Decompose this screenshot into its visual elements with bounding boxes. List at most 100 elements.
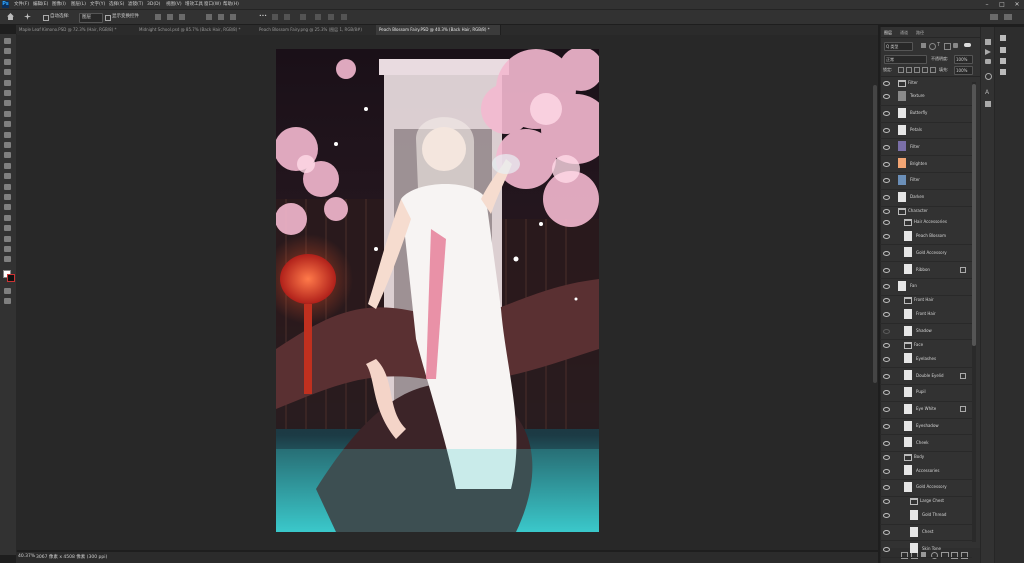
workspace-icon[interactable] bbox=[1004, 14, 1012, 20]
lock-transparent-icon[interactable] bbox=[898, 67, 904, 73]
filter-shape-icon[interactable] bbox=[944, 43, 951, 50]
opacity-input[interactable]: 100% bbox=[954, 55, 973, 64]
layer-row[interactable]: Pupil bbox=[880, 384, 972, 402]
layer-row[interactable]: Filter bbox=[880, 138, 972, 157]
layer-group-row[interactable]: Character bbox=[880, 206, 972, 217]
layer-row[interactable]: Eye White bbox=[880, 401, 972, 419]
healing-brush-icon[interactable] bbox=[4, 110, 11, 117]
lock-artboard-icon[interactable] bbox=[922, 67, 928, 73]
3d-rotate-icon[interactable] bbox=[284, 14, 290, 20]
gradient-tool-icon[interactable] bbox=[4, 162, 11, 169]
screen-mode-icon[interactable] bbox=[4, 298, 11, 304]
3d-mode-icon[interactable] bbox=[272, 14, 278, 20]
menu-item[interactable]: 增效工具 bbox=[185, 1, 203, 8]
layer-row[interactable]: Ribbon bbox=[880, 261, 972, 279]
background-color-swatch[interactable] bbox=[7, 274, 15, 282]
rectangle-tool-icon[interactable] bbox=[4, 225, 11, 232]
paragraph-icon[interactable] bbox=[985, 101, 991, 107]
menu-item[interactable]: 文件(F) bbox=[14, 1, 29, 8]
visibility-eye-icon[interactable] bbox=[883, 111, 890, 117]
align-top-icon[interactable] bbox=[206, 14, 212, 20]
filter-smart-object-icon[interactable] bbox=[953, 43, 958, 48]
clone-stamp-icon[interactable] bbox=[4, 131, 11, 138]
eraser-tool-icon[interactable] bbox=[4, 152, 11, 159]
history-icon[interactable] bbox=[985, 39, 991, 45]
layer-row[interactable]: Petals bbox=[880, 122, 972, 140]
filter-type-icon[interactable]: T bbox=[937, 42, 940, 48]
visibility-eye-icon[interactable] bbox=[883, 161, 890, 167]
3d-slide-icon[interactable] bbox=[328, 14, 334, 20]
minimize-icon[interactable]: – bbox=[980, 0, 994, 9]
layer-row[interactable]: Peach Blossom bbox=[880, 228, 972, 246]
eyedropper-tool-icon[interactable] bbox=[4, 100, 11, 107]
layer-row[interactable]: Skin Tone bbox=[880, 540, 972, 559]
move-tool-icon[interactable] bbox=[24, 13, 31, 20]
menu-item[interactable]: 滤镜(T) bbox=[128, 1, 143, 8]
swatches-icon[interactable] bbox=[1000, 47, 1006, 53]
layer-row[interactable]: Butterfly bbox=[880, 105, 972, 123]
quick-mask-icon[interactable] bbox=[4, 288, 11, 294]
visibility-eye-icon[interactable] bbox=[883, 233, 890, 239]
3d-roll-icon[interactable] bbox=[300, 14, 306, 20]
visibility-eye-icon[interactable] bbox=[883, 485, 890, 491]
hand-tool-icon[interactable] bbox=[4, 235, 11, 242]
layer-row[interactable]: Cheek bbox=[880, 434, 972, 453]
layer-row[interactable]: Gold Thread bbox=[880, 507, 972, 525]
blur-tool-icon[interactable] bbox=[4, 173, 11, 180]
document-tab[interactable]: Maple Leaf Kimono.PSD @ 72.3% (Hair, RGB… bbox=[16, 25, 137, 35]
visibility-eye-icon[interactable] bbox=[883, 529, 890, 535]
visibility-eye-icon[interactable] bbox=[883, 342, 890, 348]
layer-row[interactable]: Double Eyelid bbox=[880, 367, 972, 385]
history-brush-icon[interactable] bbox=[4, 142, 11, 148]
tab-paths[interactable]: 路径 bbox=[916, 30, 924, 36]
3d-scale-icon[interactable] bbox=[341, 14, 347, 20]
menu-item[interactable]: 文字(Y) bbox=[90, 1, 105, 8]
libraries-icon[interactable] bbox=[1000, 69, 1006, 75]
visibility-eye-icon[interactable] bbox=[883, 407, 890, 413]
move-tool-icon[interactable] bbox=[4, 38, 11, 44]
document-tab[interactable]: Midnight School.psd @ 85.7% (Back Hair, … bbox=[136, 25, 257, 35]
visibility-eye-icon[interactable] bbox=[883, 390, 890, 396]
visibility-eye-icon[interactable] bbox=[883, 195, 890, 201]
align-left-icon[interactable] bbox=[155, 14, 161, 20]
layer-row[interactable]: Accessories bbox=[880, 462, 972, 480]
visibility-eye-icon[interactable] bbox=[883, 499, 890, 505]
3d-pan-icon[interactable] bbox=[315, 14, 321, 20]
dodge-tool-icon[interactable] bbox=[4, 183, 11, 190]
path-select-icon[interactable] bbox=[4, 214, 11, 221]
visibility-eye-icon[interactable] bbox=[883, 440, 890, 446]
maximize-icon[interactable]: □ bbox=[995, 0, 1009, 9]
zoom-tool-icon[interactable] bbox=[4, 246, 11, 252]
document-tab[interactable]: Peach Blossom Fairy.PSD @ 40.3% (Back Ha… bbox=[376, 25, 501, 35]
artwork-canvas[interactable] bbox=[276, 49, 599, 532]
menu-item[interactable]: 视图(V) bbox=[166, 1, 182, 8]
align-middle-icon[interactable] bbox=[218, 14, 224, 20]
layer-row[interactable]: Shadow bbox=[880, 323, 972, 341]
frame-tool-icon[interactable] bbox=[4, 90, 11, 96]
lasso-tool-icon[interactable] bbox=[4, 58, 11, 65]
vertical-scrollbar[interactable] bbox=[873, 85, 877, 383]
visibility-eye-icon[interactable] bbox=[883, 454, 890, 460]
show-transform-checkbox[interactable] bbox=[105, 15, 111, 21]
layer-row[interactable]: Chest bbox=[880, 524, 972, 542]
layer-row[interactable]: Gold Accessory bbox=[880, 244, 972, 263]
visibility-eye-icon[interactable] bbox=[883, 94, 890, 100]
info-icon[interactable] bbox=[985, 73, 992, 80]
visibility-eye-icon[interactable] bbox=[883, 468, 890, 474]
visibility-eye-icon[interactable] bbox=[883, 423, 890, 429]
visibility-eye-icon[interactable] bbox=[883, 546, 890, 552]
adjustments-icon[interactable] bbox=[1000, 58, 1006, 64]
layer-row[interactable]: Texture bbox=[880, 88, 972, 106]
menu-item[interactable]: 帮助(H) bbox=[223, 1, 239, 8]
search-icon[interactable] bbox=[990, 14, 998, 20]
visibility-eye-icon[interactable] bbox=[883, 356, 890, 362]
layer-filter-kind[interactable]: Q 类型 bbox=[884, 42, 913, 51]
visibility-eye-icon[interactable] bbox=[883, 267, 890, 273]
layer-row[interactable]: Gold Accessory bbox=[880, 479, 972, 497]
lock-all-icon[interactable] bbox=[930, 67, 936, 73]
visibility-eye-icon[interactable] bbox=[883, 80, 890, 86]
layers-scrollbar[interactable] bbox=[972, 84, 976, 346]
menu-item[interactable]: 图层(L) bbox=[71, 1, 86, 8]
align-right-icon[interactable] bbox=[179, 14, 185, 20]
lock-position-icon[interactable] bbox=[914, 67, 920, 73]
